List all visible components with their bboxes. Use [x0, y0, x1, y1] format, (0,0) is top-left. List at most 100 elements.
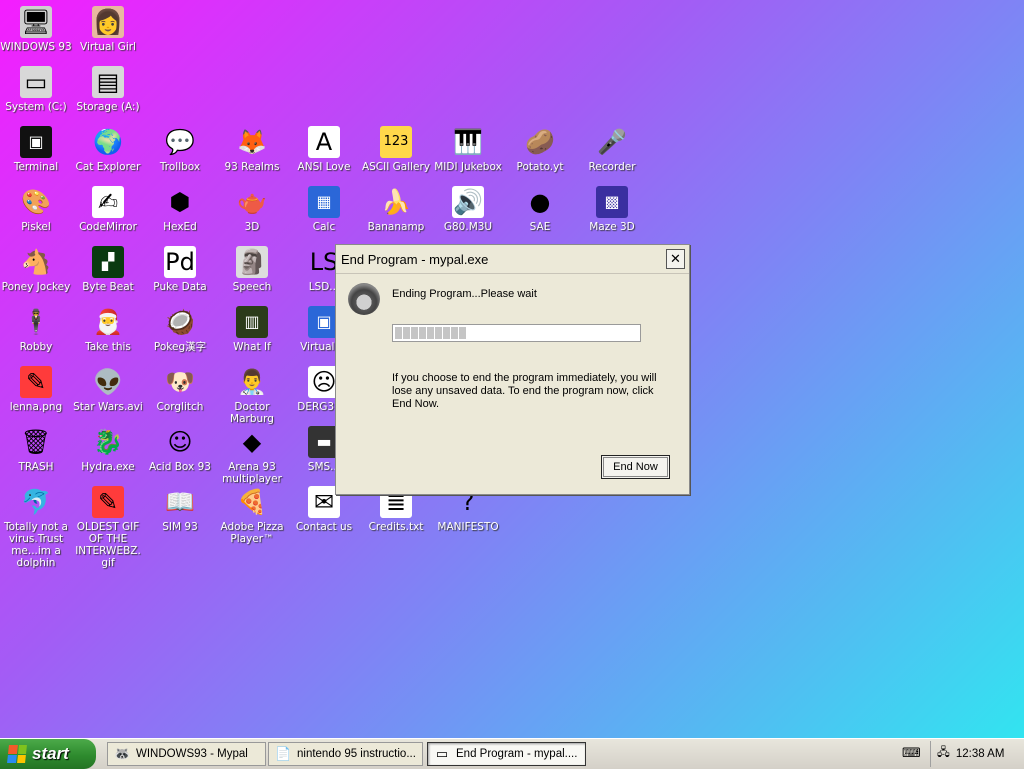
desktop-icon-image: ▭	[20, 66, 52, 98]
keyboard-icon[interactable]: ⌨	[902, 747, 921, 761]
desktop-icon-image: 🐴	[21, 248, 51, 276]
desktop-icon-label: Corglitch	[156, 401, 204, 413]
desktop-icon-poney-jockey[interactable]: 🐴 Poney Jockey	[0, 246, 72, 293]
desktop-icon-doctor-marburg[interactable]: 👨‍⚕ Doctor Marburg	[216, 366, 288, 425]
desktop-icon-image: 🍕	[237, 488, 267, 516]
desktop-icon-terminal[interactable]: ▣ Terminal	[0, 126, 72, 173]
desktop-icon-label: Pokeg漢字	[153, 341, 207, 353]
desktop-icon-windows-93[interactable]: 🖥 WINDOWS 93	[0, 6, 72, 53]
desktop-icon-label: Calc	[312, 221, 336, 233]
desktop-icon-sae[interactable]: ● SAE	[504, 186, 576, 233]
desktop-icon-image: ▩	[596, 186, 628, 218]
desktop-icon-image: 🖥	[20, 6, 52, 38]
desktop-icon-label: HexEd	[163, 221, 197, 233]
desktop-icon-label: Terminal	[13, 161, 59, 173]
clock[interactable]: 12:38 AM	[956, 748, 1005, 760]
desktop-icon-virtual-girl[interactable]: 👩 Virtual Girl	[72, 6, 144, 53]
desktop-icon-label: Potato.yt	[516, 161, 564, 173]
desktop-icon-image: 🗑	[20, 428, 52, 456]
close-button[interactable]: ✕	[666, 249, 685, 269]
raccoon-icon	[348, 283, 380, 315]
desktop-icon-image: ▞	[92, 246, 124, 278]
desktop-icon-arena-93-multiplayer[interactable]: ◆ Arena 93 multiplayer	[216, 426, 288, 485]
desktop-icon-lenna-png[interactable]: ✎ lenna.png	[0, 366, 72, 413]
desktop-icon-label: Poney Jockey	[1, 281, 71, 293]
desktop-icon-image: ▣	[20, 126, 52, 158]
desktop-icon-sim-93[interactable]: 📖 SIM 93	[144, 486, 216, 533]
desktop-icon-image: 📖	[165, 488, 195, 516]
windows-logo-icon	[7, 745, 27, 763]
desktop-icon-corglitch[interactable]: 🐶 Corglitch	[144, 366, 216, 413]
progress-block	[451, 327, 458, 339]
desktop-icon-image: 🦊	[237, 128, 267, 156]
desktop-icon-93-realms[interactable]: 🦊 93 Realms	[216, 126, 288, 173]
desktop-icon-speech[interactable]: 🗿 Speech	[216, 246, 288, 293]
desktop-icon-maze-3d[interactable]: ▩ Maze 3D	[576, 186, 648, 233]
desktop-icon-adobe-pizza-player[interactable]: 🍕 Adobe Pizza Player™	[216, 486, 288, 545]
desktop-icon-bananamp[interactable]: 🍌 Bananamp	[360, 186, 432, 233]
dialog-titlebar[interactable]: End Program - mypal.exe ✕	[336, 245, 689, 274]
desktop-icon-image: 🎅	[93, 308, 123, 336]
desktop-icon-label: Robby	[19, 341, 53, 353]
start-button[interactable]: start	[0, 739, 96, 769]
desktop-icon-star-wars-avi[interactable]: 👽 Star Wars.avi	[72, 366, 144, 413]
desktop-icon-system-c[interactable]: ▭ System (C:)	[0, 66, 72, 113]
desktop-icon-g80-m3u[interactable]: 🔊 G80.M3U	[432, 186, 504, 233]
end-program-dialog: End Program - mypal.exe ✕ Ending Program…	[335, 244, 690, 495]
taskbar-item-end-program[interactable]: ▭ End Program - mypal....	[427, 742, 586, 766]
desktop-icon-codemirror[interactable]: ✍ CodeMirror	[72, 186, 144, 233]
desktop-icon-label: Credits.txt	[368, 521, 424, 533]
desktop-icon-potato-yt[interactable]: 🥔 Potato.yt	[504, 126, 576, 173]
taskbar-item-label: WINDOWS93 - Mypal	[136, 748, 248, 760]
desktop-icon-what-if[interactable]: ▥ What If	[216, 306, 288, 353]
desktop-icon-label: CodeMirror	[79, 221, 137, 233]
desktop-icon-storage-a[interactable]: ▤ Storage (A:)	[72, 66, 144, 113]
desktop-icon-image: 🗿	[236, 246, 268, 278]
desktop-icon-image: ✎	[20, 366, 52, 398]
desktop-icon-trash[interactable]: 🗑 TRASH	[0, 426, 72, 473]
network-icon[interactable]: 🖧	[937, 745, 950, 764]
desktop-icon-3d[interactable]: 🫖 3D	[216, 186, 288, 233]
desktop-icon-robby[interactable]: 🕴 Robby	[0, 306, 72, 353]
desktop-icon-image: 🎤	[597, 128, 627, 156]
desktop-icon-label: System (C:)	[5, 101, 67, 113]
desktop-icon-image: 🔊	[452, 186, 484, 218]
desktop-icon-ascii-gallery[interactable]: 123 ASCII Gallery	[360, 126, 432, 173]
end-now-button[interactable]: End Now	[601, 455, 670, 479]
desktop-icon-image: 🐉	[93, 428, 123, 456]
desktop-icon-hydra-exe[interactable]: 🐉 Hydra.exe	[72, 426, 144, 473]
desktop-icon-oldest-gif-of-the-interwebz-gif[interactable]: ✎ OLDEST GIF OF THE INTERWEBZ.gif	[72, 486, 144, 569]
desktop-icon-image: ▥	[236, 306, 268, 338]
progress-fill	[395, 327, 638, 339]
desktop-icon-totally-not-a-virus-trust-me-im-a-dolphin[interactable]: 🐬 Totally not a virus.Trust me...im a dol…	[0, 486, 72, 569]
desktop-icon-label: 93 Realms	[224, 161, 280, 173]
desktop-icon-label: WINDOWS 93	[0, 41, 72, 53]
desktop-icon-label: What If	[233, 341, 271, 353]
desktop-icon-midi-jukebox[interactable]: 🎹 MIDI Jukebox	[432, 126, 504, 173]
desktop-icon-label: TRASH	[18, 461, 54, 473]
taskbar-item-windows93-mypal[interactable]: 🦝 WINDOWS93 - Mypal	[107, 742, 266, 766]
desktop-icon-pokeg[interactable]: 🥥 Pokeg漢字	[144, 306, 216, 353]
desktop-icon-take-this[interactable]: 🎅 Take this	[72, 306, 144, 353]
desktop-icon-image: 👩	[92, 6, 124, 38]
desktop-icon-label: Trollbox	[159, 161, 201, 173]
progress-block	[427, 327, 434, 339]
desktop-icon-calc[interactable]: ▦ Calc	[288, 186, 360, 233]
dialog-status-text: Ending Program...Please wait	[392, 288, 537, 300]
progress-block	[395, 327, 402, 339]
desktop-icon-trollbox[interactable]: 💬 Trollbox	[144, 126, 216, 173]
desktop-icon-image: 👨‍⚕	[237, 368, 267, 396]
desktop-icon-ansi-love[interactable]: A ANSI Love	[288, 126, 360, 173]
desktop-icon-label: Hydra.exe	[81, 461, 135, 473]
desktop-icon-acid-box-93[interactable]: ☺ Acid Box 93	[144, 426, 216, 473]
desktop-icon-recorder[interactable]: 🎤 Recorder	[576, 126, 648, 173]
taskbar-item-nintendo-instructions[interactable]: 📄 nintendo 95 instructio...	[268, 742, 423, 766]
desktop-icon-piskel[interactable]: 🎨 Piskel	[0, 186, 72, 233]
desktop-icon-hexed[interactable]: ⬢ HexEd	[144, 186, 216, 233]
desktop-icon-label: Speech	[232, 281, 272, 293]
desktop-icon-cat-explorer[interactable]: 🌍 Cat Explorer	[72, 126, 144, 173]
desktop-icon-image: 🎹	[453, 128, 483, 156]
desktop-icon-label: Adobe Pizza Player™	[220, 521, 284, 545]
desktop-icon-puke-data[interactable]: Pd Puke Data	[144, 246, 216, 293]
desktop-icon-byte-beat[interactable]: ▞ Byte Beat	[72, 246, 144, 293]
